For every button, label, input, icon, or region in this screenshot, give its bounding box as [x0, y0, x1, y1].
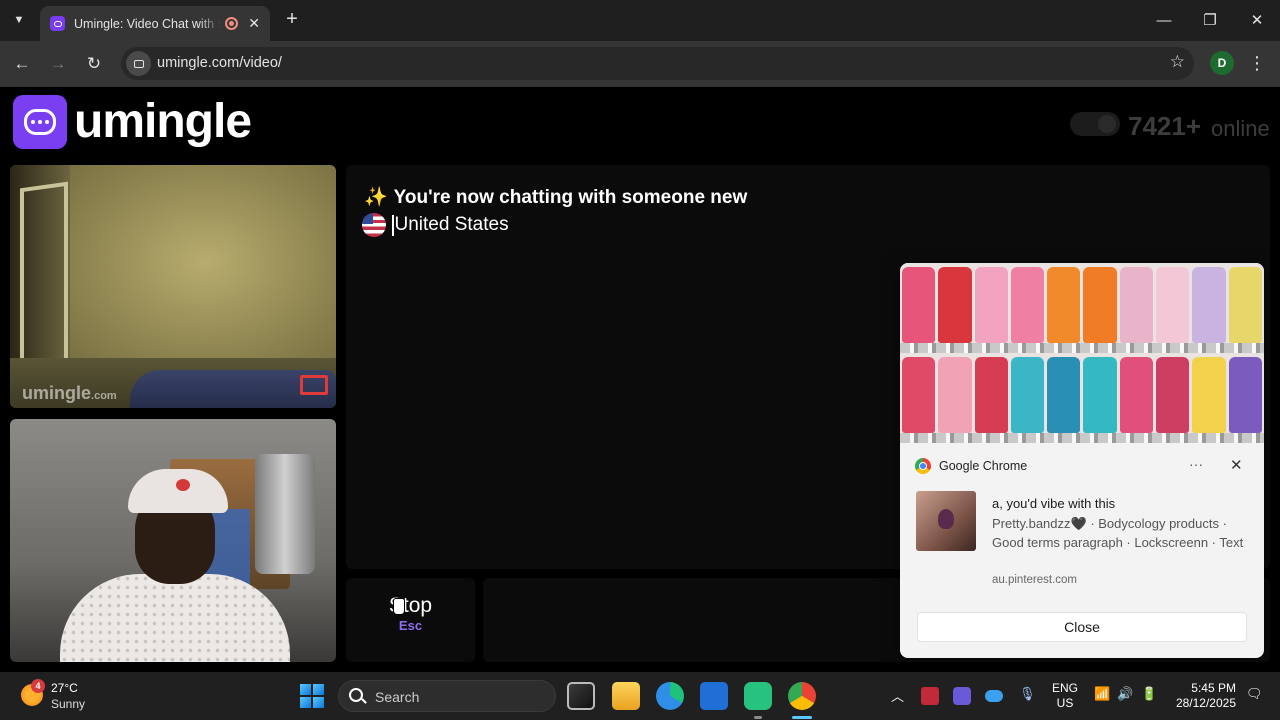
system-message: ✨ You're now chatting with someone new [364, 187, 748, 208]
notifications-icon[interactable]: 🗨 [1246, 686, 1263, 702]
notification-title: a, you'd vibe with this [992, 496, 1116, 511]
browser-tab-active[interactable]: Umingle: Video Chat with St ✕ [40, 6, 270, 41]
notification-header: Google Chrome [915, 458, 1027, 474]
site-info-icon[interactable] [126, 51, 151, 76]
start-windows-icon[interactable] [300, 684, 324, 708]
profile-avatar[interactable]: D [1210, 51, 1234, 75]
umingle-favicon-icon [50, 16, 65, 31]
video-watermark: umingle.com [22, 383, 117, 403]
active-app-indicator [792, 716, 812, 719]
self-video [10, 419, 336, 662]
search-placeholder: Search [375, 689, 420, 705]
us-flag-icon [362, 213, 386, 237]
url-text[interactable]: umingle.com/video/ [157, 55, 282, 71]
back-button[interactable]: ← [7, 49, 37, 79]
chrome-notification[interactable]: Google Chrome ··· ✕ a, you'd vibe with t… [900, 263, 1264, 658]
reload-button[interactable]: ↻ [79, 49, 109, 79]
notification-app-name: Google Chrome [939, 459, 1028, 473]
chat-app-icon[interactable] [744, 682, 772, 710]
wifi-icon[interactable]: 📶 [1094, 686, 1110, 702]
weather-badge: 4 [31, 679, 45, 693]
running-indicator [754, 716, 762, 719]
forward-button[interactable]: → [43, 49, 73, 79]
more-options-icon[interactable]: ··· [1189, 456, 1203, 472]
notification-body: Pretty.bandzz🖤 · Bodycology products · G… [992, 516, 1244, 550]
stranger-country: United States [362, 213, 509, 237]
minimize-window-button[interactable]: — [1141, 0, 1187, 40]
close-window-button[interactable]: ✕ [1234, 0, 1280, 40]
teams-icon[interactable] [953, 687, 971, 705]
show-hidden-icons-chevron-icon[interactable]: ︿ [891, 686, 904, 705]
report-flag-icon[interactable] [300, 375, 328, 395]
browser-toolbar: ← → ↻ umingle.com/video/ ☆ D ⋮ [0, 41, 1280, 87]
umingle-logo-icon[interactable] [13, 95, 67, 149]
restore-window-button[interactable]: ❐ [1187, 0, 1233, 40]
theme-toggle[interactable] [1070, 112, 1120, 136]
search-icon [349, 688, 363, 702]
sparkles-icon: ✨ [364, 187, 388, 208]
bookmark-star-icon[interactable]: ☆ [1170, 52, 1185, 72]
hand-cursor-icon [393, 598, 405, 615]
tray-app-icon[interactable] [921, 687, 939, 705]
weather-condition[interactable]: Sunny [51, 697, 85, 711]
browser-tab-bar: ▼ Umingle: Video Chat with St ✕ + — ❐ ✕ [0, 0, 1280, 41]
stop-label: Stop [388, 594, 433, 617]
system-clock[interactable]: 5:45 PM 28/12/2025 [1172, 681, 1236, 711]
volume-icon[interactable]: 🔊 [1117, 686, 1133, 702]
onedrive-icon[interactable] [985, 690, 1003, 702]
notification-image [900, 263, 1264, 443]
microsoft-store-icon[interactable] [700, 682, 728, 710]
file-explorer-icon[interactable] [612, 682, 640, 710]
tab-title: Umingle: Video Chat with St [74, 16, 222, 31]
input-language[interactable]: ENG US [1052, 681, 1078, 711]
address-bar[interactable]: umingle.com/video/ ☆ [121, 47, 1194, 80]
notification-source: au.pinterest.com [992, 574, 1078, 586]
tab-close-icon[interactable]: ✕ [248, 15, 260, 32]
tab-search-chevron-icon[interactable]: ▼ [6, 8, 32, 32]
stranger-video: umingle.com [10, 165, 336, 408]
notification-close-button[interactable]: Close [917, 612, 1247, 642]
site-logo-text[interactable]: umingle [74, 94, 252, 149]
recording-indicator-icon [225, 17, 239, 30]
microphone-icon[interactable]: 🎙 [1019, 686, 1036, 702]
edge-browser-icon[interactable] [656, 682, 684, 710]
dismiss-notification-icon[interactable]: ✕ [1230, 456, 1243, 474]
browser-menu-icon[interactable]: ⋮ [1247, 51, 1267, 77]
chrome-icon [915, 458, 931, 474]
chrome-taskbar-icon[interactable] [788, 682, 816, 710]
online-count: 7421+ [1128, 111, 1202, 141]
battery-icon[interactable]: 🔋 [1141, 686, 1157, 702]
task-view-icon[interactable] [567, 682, 595, 710]
weather-temp[interactable]: 27°C [51, 681, 78, 695]
stop-button[interactable]: Stop Esc [346, 578, 475, 662]
taskbar-search[interactable]: Search [338, 680, 556, 712]
notification-thumbnail [916, 491, 976, 551]
stop-shortcut: Esc [398, 618, 423, 633]
taskbar: 4 27°C Sunny Search ︿ 🎙 ENG US 📶 🔊 🔋 5:4… [0, 672, 1280, 720]
online-label: online [1211, 116, 1270, 141]
new-tab-button[interactable]: + [281, 8, 303, 32]
